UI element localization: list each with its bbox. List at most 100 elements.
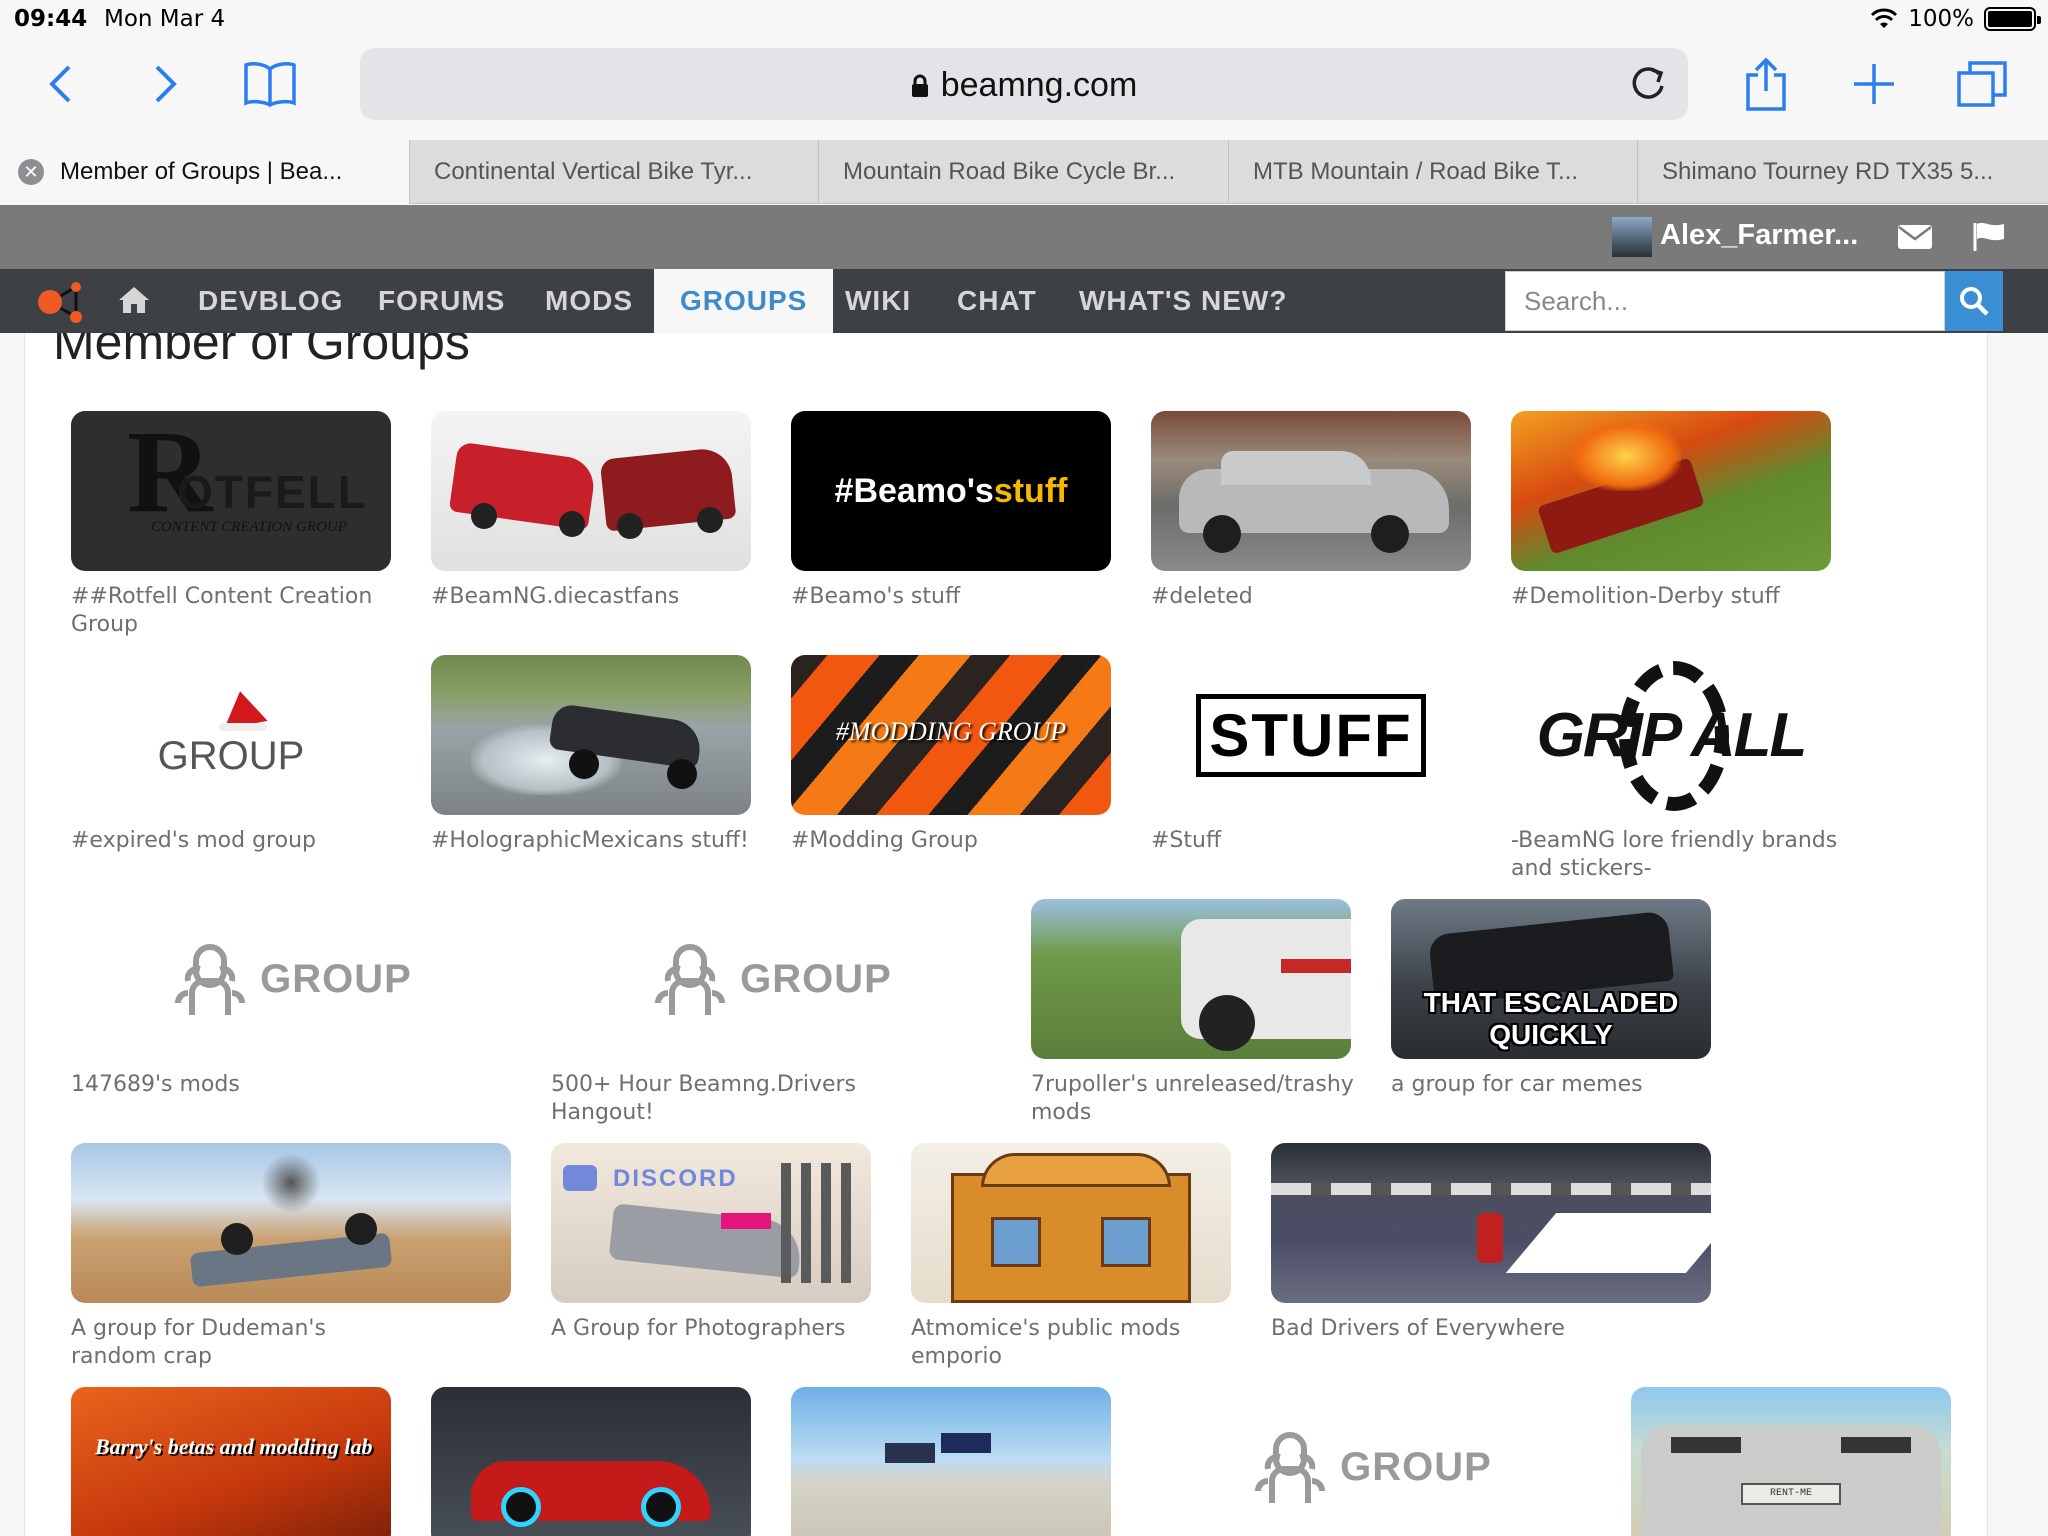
- group-card[interactable]: #Beamo's stuff #Beamo's stuff: [791, 411, 1121, 611]
- close-tab-icon[interactable]: ✕: [18, 159, 44, 185]
- page-title: Member of Groups: [53, 333, 470, 370]
- group-name[interactable]: A Group for Photographers: [551, 1315, 881, 1343]
- group-thumbnail-bad-drivers[interactable]: [1271, 1143, 1711, 1303]
- beamng-logo[interactable]: [36, 281, 86, 323]
- nav-devblog[interactable]: DEVBLOG: [198, 269, 343, 333]
- group-card[interactable]: 7rupoller's unreleased/trashy mods: [1031, 899, 1361, 1127]
- reload-button[interactable]: [1626, 62, 1670, 106]
- search-button[interactable]: [1945, 271, 2003, 331]
- group-card[interactable]: RENT-ME: [1631, 1387, 1961, 1536]
- group-card[interactable]: DISCORD A Group for Photographers: [551, 1143, 881, 1343]
- group-name[interactable]: Bad Drivers of Everywhere: [1271, 1315, 1601, 1343]
- group-card[interactable]: Atmomice's public mods emporio: [911, 1143, 1241, 1371]
- group-thumbnail-expired[interactable]: GROUP: [71, 655, 391, 815]
- group-card[interactable]: Bad Drivers of Everywhere: [1271, 1143, 1711, 1343]
- forward-button[interactable]: [136, 54, 196, 114]
- group-card[interactable]: GRIP ALL -BeamNG lore friendly brands an…: [1511, 655, 1841, 883]
- group-name[interactable]: #Modding Group: [791, 827, 1121, 855]
- group-thumbnail-default[interactable]: GROUP: [551, 899, 991, 1059]
- group-card[interactable]: A group for Dudeman's random crap: [71, 1143, 511, 1371]
- nav-whats-new[interactable]: WHAT'S NEW?: [1079, 269, 1287, 333]
- browser-toolbar: beamng.com: [0, 40, 2048, 140]
- user-bar: Alex_Farmer...: [0, 205, 2048, 269]
- tab-mountain-road[interactable]: Mountain Road Bike Cycle Br...: [819, 140, 1229, 204]
- group-thumbnail-default[interactable]: GROUP: [1151, 1387, 1591, 1536]
- group-card[interactable]: THAT ESCALADED QUICKLY a group for car m…: [1391, 899, 1721, 1099]
- group-name[interactable]: #expired's mod group: [71, 827, 401, 855]
- tab-mtb[interactable]: MTB Mountain / Road Bike T...: [1229, 140, 1638, 204]
- group-name[interactable]: 7rupoller's unreleased/trashy mods: [1031, 1071, 1361, 1127]
- group-thumbnail-rotfell[interactable]: R OTFELL CONTENT CREATION GROUP: [71, 411, 391, 571]
- new-tab-button[interactable]: [1844, 54, 1904, 114]
- group-thumbnail-dudeman[interactable]: [71, 1143, 511, 1303]
- tabs-button[interactable]: [1952, 54, 2012, 114]
- plus-icon: [1854, 64, 1894, 104]
- share-button[interactable]: [1736, 54, 1796, 114]
- address-bar[interactable]: beamng.com: [360, 48, 1688, 120]
- group-thumbnail-rentme[interactable]: RENT-ME: [1631, 1387, 1951, 1536]
- group-card[interactable]: GROUP: [1151, 1387, 1591, 1536]
- group-thumbnail-lambo[interactable]: [431, 1387, 751, 1536]
- group-name[interactable]: #HolographicMexicans stuff!: [431, 827, 761, 855]
- group-thumbnail-gripall[interactable]: GRIP ALL: [1511, 655, 1831, 815]
- group-name[interactable]: a group for car memes: [1391, 1071, 1721, 1099]
- group-thumbnail-default[interactable]: GROUP: [71, 899, 511, 1059]
- group-thumbnail-holographic[interactable]: [431, 655, 751, 815]
- group-logo-text: Barry's betas and modding lab: [95, 1434, 373, 1459]
- group-card[interactable]: #Demolition-Derby stuff: [1511, 411, 1841, 611]
- group-thumbnail-demolition[interactable]: [1511, 411, 1831, 571]
- nav-mods[interactable]: MODS: [545, 269, 633, 333]
- group-thumbnail-deleted[interactable]: [1151, 411, 1471, 571]
- group-name[interactable]: #Demolition-Derby stuff: [1511, 583, 1841, 611]
- search-input[interactable]: Search...: [1505, 271, 1945, 331]
- group-thumbnail-diecast[interactable]: [431, 411, 751, 571]
- nav-groups[interactable]: GROUPS: [654, 269, 834, 335]
- group-thumbnail-monster[interactable]: [791, 1387, 1111, 1536]
- group-name[interactable]: ##Rotfell Content Creation Group: [71, 583, 401, 639]
- group-thumbnail-beamos[interactable]: #Beamo's stuff: [791, 411, 1111, 571]
- group-card[interactable]: GROUP #expired's mod group: [71, 655, 401, 855]
- tab-label: Continental Vertical Bike Tyr...: [434, 158, 753, 185]
- group-name[interactable]: 500+ Hour Beamng.Drivers Hangout!: [551, 1071, 881, 1127]
- group-card[interactable]: #deleted: [1151, 411, 1481, 611]
- group-name[interactable]: A group for Dudeman's random crap: [71, 1315, 401, 1371]
- group-thumbnail-photographers[interactable]: DISCORD: [551, 1143, 871, 1303]
- group-card[interactable]: GROUP 147689's mods: [71, 899, 511, 1099]
- group-logo-text: GROUP: [157, 733, 305, 778]
- nav-forums[interactable]: FORUMS: [378, 269, 505, 333]
- inbox-button[interactable]: [1898, 225, 1932, 249]
- group-card[interactable]: STUFF #Stuff: [1151, 655, 1481, 855]
- group-card[interactable]: #BeamNG.diecastfans: [431, 411, 761, 611]
- group-thumbnail-atmomice[interactable]: [911, 1143, 1231, 1303]
- group-name[interactable]: -BeamNG lore friendly brands and sticker…: [1511, 827, 1841, 883]
- group-card[interactable]: #MODDING GROUP #Modding Group: [791, 655, 1121, 855]
- tab-member-of-groups[interactable]: ✕ Member of Groups | Bea...: [0, 140, 410, 204]
- group-name[interactable]: #deleted: [1151, 583, 1481, 611]
- alerts-button[interactable]: [1972, 221, 2006, 251]
- username-link[interactable]: Alex_Farmer...: [1660, 219, 1858, 252]
- group-card[interactable]: Barry's betas and modding lab: [71, 1387, 401, 1536]
- avatar[interactable]: [1612, 217, 1652, 257]
- group-thumbnail-memes[interactable]: THAT ESCALADED QUICKLY: [1391, 899, 1711, 1059]
- nav-wiki[interactable]: WIKI: [845, 269, 911, 333]
- group-name[interactable]: 147689's mods: [71, 1071, 401, 1099]
- group-card[interactable]: #HolographicMexicans stuff!: [431, 655, 761, 855]
- bookmarks-button[interactable]: [240, 54, 300, 114]
- group-card[interactable]: [791, 1387, 1121, 1536]
- group-name[interactable]: Atmomice's public mods emporio: [911, 1315, 1241, 1371]
- group-name[interactable]: #BeamNG.diecastfans: [431, 583, 761, 611]
- back-button[interactable]: [30, 54, 90, 114]
- tab-continental[interactable]: Continental Vertical Bike Tyr...: [410, 140, 819, 204]
- group-thumbnail-7rupoller[interactable]: [1031, 899, 1351, 1059]
- nav-chat[interactable]: CHAT: [957, 269, 1037, 333]
- group-name[interactable]: #Stuff: [1151, 827, 1481, 855]
- group-card[interactable]: GROUP 500+ Hour Beamng.Drivers Hangout!: [551, 899, 991, 1127]
- group-card[interactable]: R OTFELL CONTENT CREATION GROUP ##Rotfel…: [71, 411, 401, 639]
- home-button[interactable]: [118, 285, 150, 315]
- group-name[interactable]: #Beamo's stuff: [791, 583, 1121, 611]
- group-thumbnail-stuff[interactable]: STUFF: [1151, 655, 1471, 815]
- group-card[interactable]: [431, 1387, 761, 1536]
- group-thumbnail-modding[interactable]: #MODDING GROUP: [791, 655, 1111, 815]
- group-thumbnail-barry[interactable]: Barry's betas and modding lab: [71, 1387, 391, 1536]
- tab-shimano[interactable]: Shimano Tourney RD TX35 5...: [1638, 140, 2048, 204]
